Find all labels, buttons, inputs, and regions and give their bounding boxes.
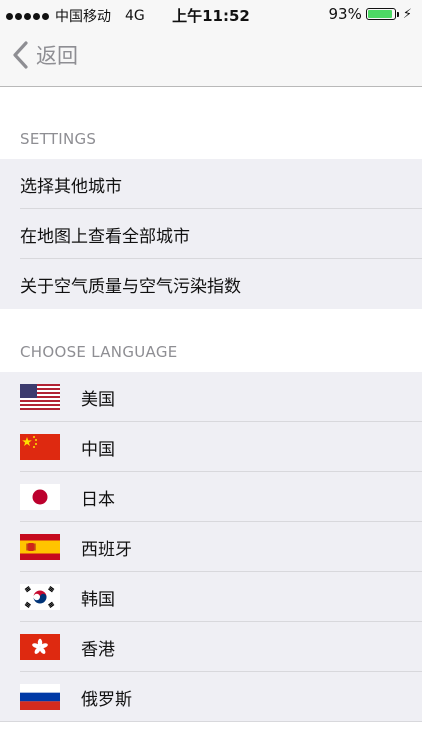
- status-right: 93% ⚡︎: [329, 5, 412, 23]
- language-item-japan[interactable]: 日本: [0, 472, 422, 522]
- china-flag-icon: [20, 434, 60, 460]
- battery-cap: [396, 11, 399, 17]
- spain-flag-icon: [20, 534, 60, 560]
- battery-icon: [365, 8, 396, 20]
- korea-flag-icon: [20, 584, 60, 610]
- language-item-china[interactable]: 中国: [0, 422, 422, 472]
- back-label: 返回: [36, 44, 78, 68]
- language-item-label: 中国: [81, 439, 115, 460]
- settings-section-header: SETTINGS: [20, 130, 97, 148]
- russia-flag-icon: [20, 684, 60, 710]
- hong-kong-flag-icon: [20, 634, 60, 660]
- settings-item-map-all-cities[interactable]: 在地图上查看全部城市: [0, 209, 422, 259]
- language-item-label: 日本: [81, 489, 115, 510]
- language-list: 美国 中国 日本 西班牙 韩国 香港 俄罗斯: [0, 372, 422, 722]
- language-item-spain[interactable]: 西班牙: [0, 522, 422, 572]
- settings-item-label: 在地图上查看全部城市: [20, 226, 190, 247]
- back-button[interactable]: 返回: [10, 40, 78, 70]
- language-section-header: CHOOSE LANGUAGE: [20, 343, 178, 361]
- language-item-label: 俄罗斯: [81, 689, 132, 710]
- language-item-russia[interactable]: 俄罗斯: [0, 672, 422, 722]
- battery-fill: [367, 10, 393, 18]
- chevron-left-icon: [13, 41, 28, 69]
- language-item-label: 西班牙: [81, 539, 132, 560]
- charging-bolt-icon: ⚡︎: [402, 6, 412, 22]
- list-bottom-divider: [0, 721, 422, 722]
- navigation-bar: 返回: [0, 28, 422, 87]
- status-bar: 中国移动 4G 上午11:52 93% ⚡︎: [0, 0, 422, 28]
- us-flag-icon: [20, 384, 60, 410]
- language-item-label: 美国: [81, 389, 115, 410]
- settings-item-label: 选择其他城市: [20, 176, 122, 197]
- settings-list: 选择其他城市 在地图上查看全部城市 关于空气质量与空气污染指数: [0, 159, 422, 309]
- settings-item-label: 关于空气质量与空气污染指数: [20, 276, 241, 297]
- japan-flag-icon: [20, 484, 60, 510]
- language-item-korea[interactable]: 韩国: [0, 572, 422, 622]
- language-item-label: 韩国: [81, 589, 115, 610]
- battery-percent: 93%: [328, 5, 362, 23]
- language-item-hong-kong[interactable]: 香港: [0, 622, 422, 672]
- language-item-usa[interactable]: 美国: [0, 372, 422, 422]
- language-item-label: 香港: [81, 639, 115, 660]
- settings-item-about-aqi[interactable]: 关于空气质量与空气污染指数: [0, 259, 422, 309]
- settings-item-choose-city[interactable]: 选择其他城市: [0, 159, 422, 209]
